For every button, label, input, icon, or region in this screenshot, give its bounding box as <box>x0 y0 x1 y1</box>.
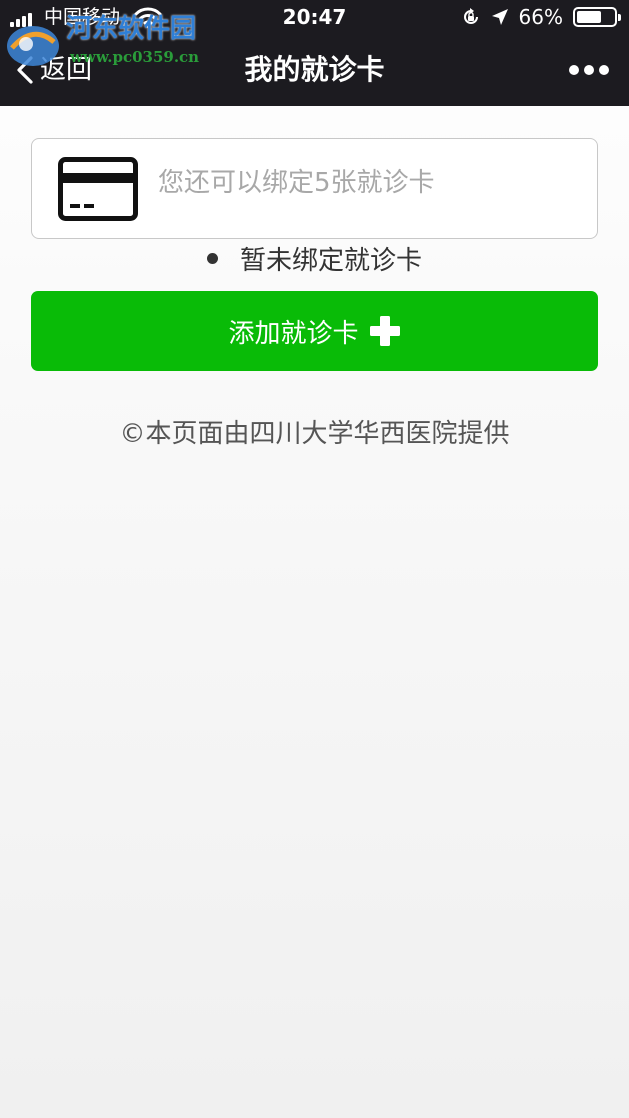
watermark-url: www.pc0359.cn <box>70 48 200 66</box>
watermark-text: 河东软件园 <box>66 14 197 44</box>
card-icon <box>58 157 138 221</box>
more-dot <box>599 65 609 75</box>
more-dot <box>584 65 594 75</box>
top-bar: 中国移动 20:47 66% 返回 我的就诊卡 河东软件园 www.pc0359… <box>0 0 629 106</box>
more-icon[interactable] <box>569 62 609 78</box>
card-hint-text: 您还可以绑定5张就诊卡 <box>158 168 435 198</box>
battery-fill <box>577 11 601 23</box>
battery-icon <box>573 7 621 27</box>
card-bind-box[interactable]: 您还可以绑定5张就诊卡 <box>31 138 598 239</box>
watermark-logo <box>7 26 59 66</box>
add-card-label: 添加就诊卡 <box>228 318 359 349</box>
plus-icon <box>369 316 400 346</box>
location-icon <box>491 9 508 25</box>
no-card-text: 暂未绑定就诊卡 <box>239 245 422 276</box>
bullet-dot <box>206 252 218 264</box>
watermark: 河东软件园 www.pc0359.cn <box>4 12 204 72</box>
footer-note: ©本页面由四川大学华西医院提供 <box>119 419 510 449</box>
rotation-lock-icon <box>463 8 478 24</box>
battery-percent: 66% <box>518 5 563 29</box>
status-right-group: 66% <box>461 4 621 30</box>
add-card-button[interactable]: 添加就诊卡 <box>31 291 598 371</box>
no-card-status: 暂未绑定就诊卡 <box>0 238 629 278</box>
more-dot <box>569 65 579 75</box>
